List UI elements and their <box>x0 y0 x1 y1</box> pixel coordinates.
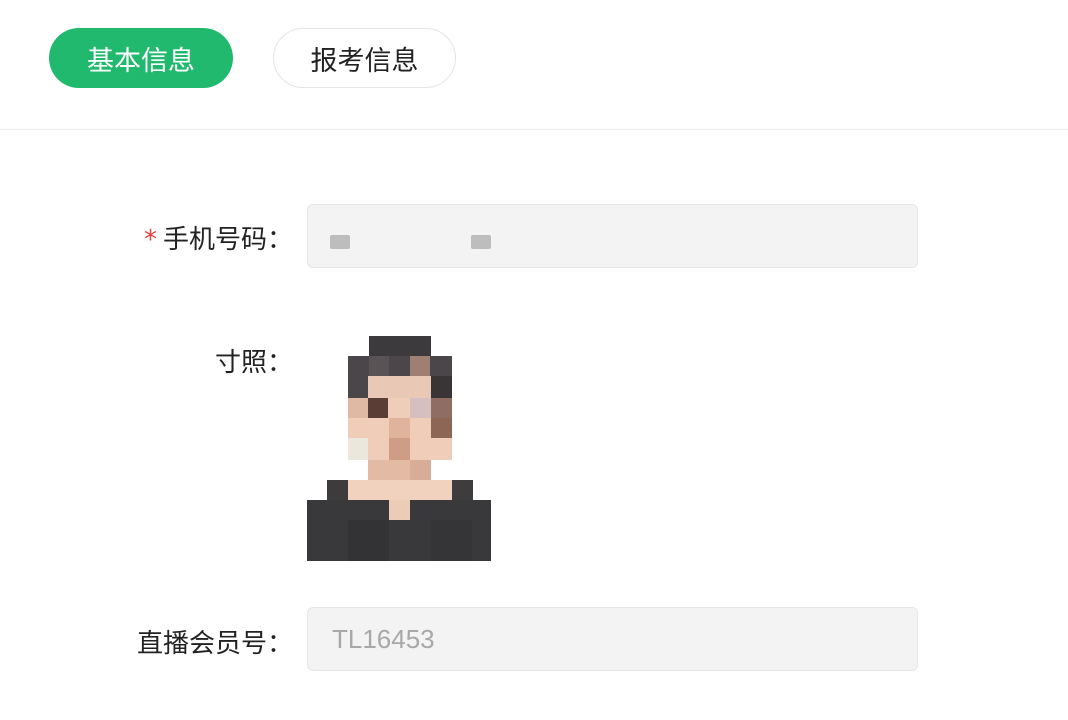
redaction-mark <box>330 235 350 249</box>
tab-basic-info[interactable]: 基本信息 <box>49 28 233 88</box>
basic-info-page: 基本信息 报考信息 * 手机号码： 寸照： 直播会员号： TL16453 <box>0 0 1068 720</box>
tab-exam-info[interactable]: 报考信息 <box>273 28 456 88</box>
redaction-mark <box>471 235 491 249</box>
phone-field[interactable] <box>307 204 918 268</box>
phone-label: 手机号码： <box>162 225 293 255</box>
header-divider <box>0 129 1068 130</box>
member-id-label: 直播会员号： <box>136 629 293 659</box>
portrait-photo <box>307 336 491 561</box>
phone-label-row: * 手机号码： <box>144 219 293 256</box>
photo-label: 寸照： <box>214 348 293 378</box>
required-mark: * <box>143 225 157 255</box>
member-id-value: TL16453 <box>332 623 435 654</box>
member-id-field[interactable]: TL16453 <box>307 607 918 671</box>
